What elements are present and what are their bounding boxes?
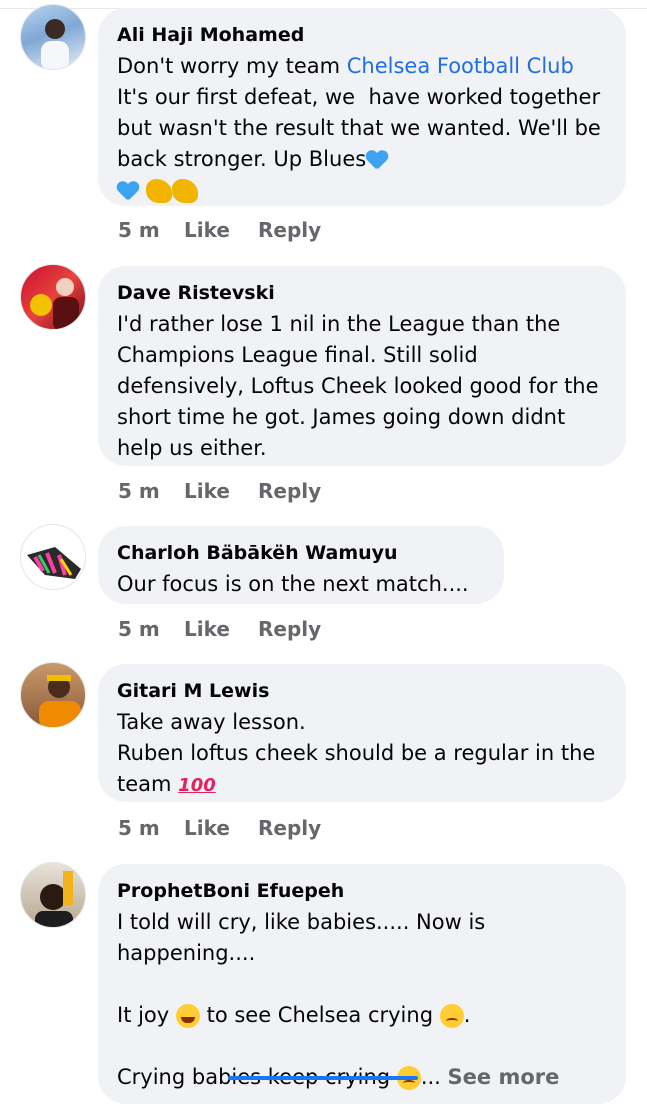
comment-text: I told will cry, like babies..... Now is… (117, 910, 560, 1090)
comment-time[interactable]: 5 m (118, 816, 184, 840)
reply-button[interactable]: Reply (258, 816, 321, 840)
reply-button[interactable]: Reply (258, 479, 321, 503)
comment-author[interactable]: Dave Ristevski (117, 280, 606, 306)
comment-bubble: Gitari M Lewis Take away lesson. Ruben l… (98, 664, 626, 802)
avatar[interactable] (20, 4, 86, 70)
comment-author[interactable]: ProphetBoni Efuepeh (117, 878, 606, 904)
like-button[interactable]: Like (184, 479, 258, 503)
comment-actions: 5 m Like Reply (118, 617, 321, 641)
comment-text: Don't worry my team Chelsea Football Clu… (117, 51, 606, 206)
comment-bubble: Charloh Bäbākëh Wamuyu Our focus is on t… (98, 526, 504, 604)
blue-heart-icon (117, 181, 139, 201)
like-button[interactable]: Like (184, 816, 258, 840)
flexed-biceps-icon (145, 179, 172, 203)
avatar-photo (27, 547, 81, 579)
avatar-photo (30, 278, 79, 329)
avatar[interactable] (20, 862, 86, 928)
comment-time[interactable]: 5 m (118, 218, 184, 242)
avatar-photo (35, 871, 73, 927)
comment-actions: 5 m Like Reply (118, 816, 321, 840)
reply-button[interactable]: Reply (258, 218, 321, 242)
comment-text: I'd rather lose 1 nil in the League than… (117, 312, 606, 460)
reply-button[interactable]: Reply (258, 617, 321, 641)
comment-time[interactable]: 5 m (118, 617, 184, 641)
flexed-biceps-icon (171, 179, 198, 203)
like-button[interactable]: Like (184, 218, 258, 242)
mention-link[interactable]: Chelsea Football Club (347, 54, 574, 78)
avatar-photo (41, 19, 69, 69)
avatar[interactable] (20, 662, 86, 728)
scroll-indicator (228, 1076, 418, 1080)
comment-actions: 5 m Like Reply (118, 479, 321, 503)
blue-heart-icon (366, 150, 388, 170)
comment-author[interactable]: Ali Haji Mohamed (117, 22, 606, 48)
comment-time[interactable]: 5 m (118, 479, 184, 503)
tears-of-joy-icon (175, 1004, 200, 1028)
avatar-photo (39, 675, 81, 727)
avatar[interactable] (20, 264, 86, 330)
comment-bubble: Dave Ristevski I'd rather lose 1 nil in … (98, 266, 626, 466)
comment-author[interactable]: Charloh Bäbākëh Wamuyu (117, 540, 484, 566)
avatar[interactable] (20, 524, 86, 590)
comment-bubble: ProphetBoni Efuepeh I told will cry, lik… (98, 864, 626, 1104)
comment-author[interactable]: Gitari M Lewis (117, 678, 606, 704)
comment-text: Take away lesson. Ruben loftus cheek sho… (117, 710, 596, 796)
like-button[interactable]: Like (184, 617, 258, 641)
hundred-points-icon: 100 (178, 775, 216, 796)
comment-text: Our focus is on the next match.... (117, 572, 469, 596)
comment-bubble: Ali Haji Mohamed Don't worry my team Che… (98, 8, 626, 206)
see-more-link[interactable]: See more (448, 1065, 560, 1089)
comment-actions: 5 m Like Reply (118, 218, 321, 242)
crying-face-icon (439, 1004, 464, 1028)
